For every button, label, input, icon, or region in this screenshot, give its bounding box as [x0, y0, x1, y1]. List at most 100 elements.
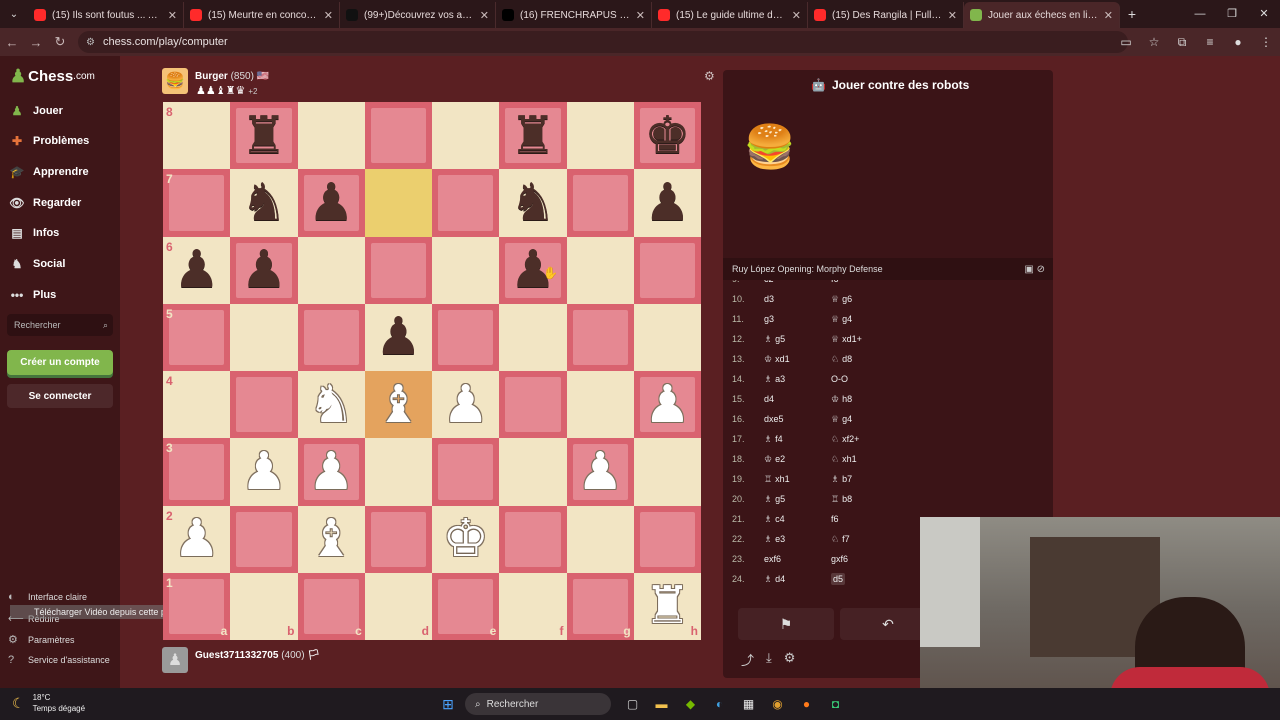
browser-tab[interactable]: (15) Meurtre en concours, rech ✕ — [184, 2, 340, 28]
black-pawn-icon[interactable]: ♟ — [644, 177, 691, 229]
black-move[interactable]: d5 — [831, 573, 846, 585]
black-knight-icon[interactable]: ♞ — [241, 177, 288, 229]
board-square-f1[interactable]: f — [499, 572, 567, 640]
white-move[interactable]: ♗ g5 — [764, 334, 785, 345]
board-square-f8[interactable]: ♜ — [499, 102, 567, 170]
sidebar-item-plus[interactable]: ••• Plus — [8, 286, 57, 304]
black-move[interactable]: ♕ g4 — [831, 414, 852, 425]
close-window-icon[interactable]: ✕ — [1248, 0, 1280, 28]
sidebar-footer-item[interactable]: ⚙ Paramètres — [8, 633, 75, 646]
firefox-icon[interactable]: ● — [792, 693, 821, 715]
file-explorer-icon[interactable]: ▬ — [647, 693, 676, 715]
chess-board[interactable]: 8 ♜ ♜ ♚ 7 ♞ ♟ ♞ ♟ 6 ♟ ♟ ♟ 5 ♟ 4 ♞ ♝ ♟ ♟ 3 ♟ ♟ ♟ 2 ♟ ♝ ♚ 1 a b c d e f g h ♜ — [163, 102, 701, 640]
board-square-c1[interactable]: c — [297, 572, 365, 640]
black-move[interactable]: ♘ d8 — [831, 354, 852, 365]
board-square-b1[interactable]: b — [230, 572, 298, 640]
board-square-e3[interactable] — [432, 438, 500, 506]
white-pawn-icon[interactable]: ♟ — [308, 446, 355, 498]
analysis-icon[interactable]: ⊘ — [1037, 264, 1045, 275]
board-square-g3[interactable]: ♟ — [566, 438, 634, 506]
board-square-e1[interactable]: e — [432, 572, 500, 640]
white-move[interactable]: d4 — [764, 394, 774, 404]
sidebar-footer-item[interactable]: ? Service d'assistance — [8, 654, 110, 666]
board-square-g5[interactable] — [566, 303, 634, 371]
sidebar-item-apprendre[interactable]: 🎓 Apprendre — [8, 163, 89, 181]
profile-icon[interactable]: ● — [1224, 35, 1252, 49]
board-square-e6[interactable] — [432, 236, 500, 304]
chesscom-logo[interactable]: ♟ Chess .com — [10, 66, 95, 87]
sidebar-footer-item[interactable]: ◐ Interface claire — [8, 591, 87, 603]
board-square-c8[interactable] — [297, 102, 365, 170]
browser-tab[interactable]: (16) FRENCHRAPUS sur X : " ✕ — [496, 2, 652, 28]
board-square-a1[interactable]: 1a — [163, 572, 231, 640]
app-icon[interactable]: ◘ — [821, 693, 850, 715]
white-move[interactable]: g3 — [764, 314, 774, 324]
black-king-icon[interactable]: ♚ — [644, 110, 691, 162]
black-rook-icon[interactable]: ♜ — [241, 110, 288, 162]
board-square-d3[interactable] — [364, 438, 432, 506]
windows-start-icon[interactable]: ⊞ — [440, 696, 456, 712]
black-move[interactable]: ♕ g6 — [831, 294, 852, 305]
board-square-g1[interactable]: g — [566, 572, 634, 640]
taskbar-search[interactable]: ⌕ Rechercher — [465, 693, 611, 715]
white-pawn-icon[interactable]: ♟ — [577, 446, 624, 498]
black-move[interactable]: ♖ b8 — [831, 494, 852, 505]
white-knight-icon[interactable]: ♞ — [308, 379, 355, 431]
black-pawn-icon[interactable]: ♟ — [241, 244, 288, 296]
login-button[interactable]: Se connecter — [7, 384, 113, 408]
edge-icon[interactable]: ◐ — [705, 693, 734, 715]
board-square-h6[interactable] — [633, 236, 701, 304]
black-move[interactable]: ♘ xh1 — [831, 454, 857, 465]
black-move[interactable]: f6 — [831, 280, 839, 284]
black-move[interactable]: O-O — [831, 374, 848, 384]
task-view-icon[interactable]: ▢ — [618, 693, 647, 715]
tab-search-menu[interactable]: ⌄ — [0, 0, 28, 28]
board-square-b3[interactable]: ♟ — [230, 438, 298, 506]
chrome-icon[interactable]: ◉ — [763, 693, 792, 715]
board-square-c5[interactable] — [297, 303, 365, 371]
white-pawn-icon[interactable]: ♟ — [644, 379, 691, 431]
board-square-a7[interactable]: 7 — [163, 169, 231, 237]
white-move[interactable]: ♗ g5 — [764, 494, 785, 505]
reading-list-icon[interactable]: ≡ — [1196, 35, 1224, 49]
black-pawn-icon[interactable]: ♟ — [375, 311, 422, 363]
black-move[interactable]: ♕ xd1+ — [831, 334, 862, 345]
site-info-icon[interactable]: ⚙ — [86, 37, 95, 48]
white-pawn-icon[interactable]: ♟ — [442, 379, 489, 431]
white-move[interactable]: dxe5 — [764, 414, 784, 424]
sidebar-item-social[interactable]: ♞ Social — [8, 255, 66, 273]
board-square-d7[interactable] — [364, 169, 432, 237]
reload-icon[interactable]: ↻ — [48, 34, 72, 50]
store-icon[interactable]: ▦ — [734, 693, 763, 715]
board-square-b6[interactable]: ♟ — [230, 236, 298, 304]
board-square-h5[interactable] — [633, 303, 701, 371]
white-move[interactable]: ♔ e2 — [764, 454, 785, 465]
board-square-h4[interactable]: ♟ — [633, 371, 701, 439]
board-square-h1[interactable]: h ♜ — [633, 572, 701, 640]
board-square-b5[interactable] — [230, 303, 298, 371]
board-square-g8[interactable] — [566, 102, 634, 170]
white-move[interactable]: ♗ f4 — [764, 434, 783, 445]
book-icon[interactable]: ▣ — [1024, 264, 1033, 275]
sidebar-item-regarder[interactable]: 👁 Regarder — [8, 194, 81, 212]
board-square-h2[interactable] — [633, 505, 701, 573]
board-square-c3[interactable]: ♟ — [297, 438, 365, 506]
board-square-e5[interactable] — [432, 303, 500, 371]
board-square-g7[interactable] — [566, 169, 634, 237]
tab-close-icon[interactable]: ✕ — [480, 9, 489, 22]
board-square-g2[interactable] — [566, 505, 634, 573]
restore-icon[interactable]: ❐ — [1216, 0, 1248, 28]
board-square-f5[interactable] — [499, 303, 567, 371]
browser-menu-icon[interactable]: ⋮ — [1252, 35, 1280, 49]
board-square-b2[interactable] — [230, 505, 298, 573]
board-square-b7[interactable]: ♞ — [230, 169, 298, 237]
black-move[interactable]: ♗ b7 — [831, 474, 852, 485]
white-rook-icon[interactable]: ♜ — [644, 580, 691, 632]
black-move[interactable]: ♔ h8 — [831, 394, 852, 405]
download-icon[interactable]: ⤓ — [766, 650, 772, 669]
board-square-d6[interactable] — [364, 236, 432, 304]
board-square-b4[interactable] — [230, 371, 298, 439]
minimize-icon[interactable]: — — [1184, 0, 1216, 28]
board-square-f3[interactable] — [499, 438, 567, 506]
white-king-icon[interactable]: ♚ — [442, 513, 489, 565]
